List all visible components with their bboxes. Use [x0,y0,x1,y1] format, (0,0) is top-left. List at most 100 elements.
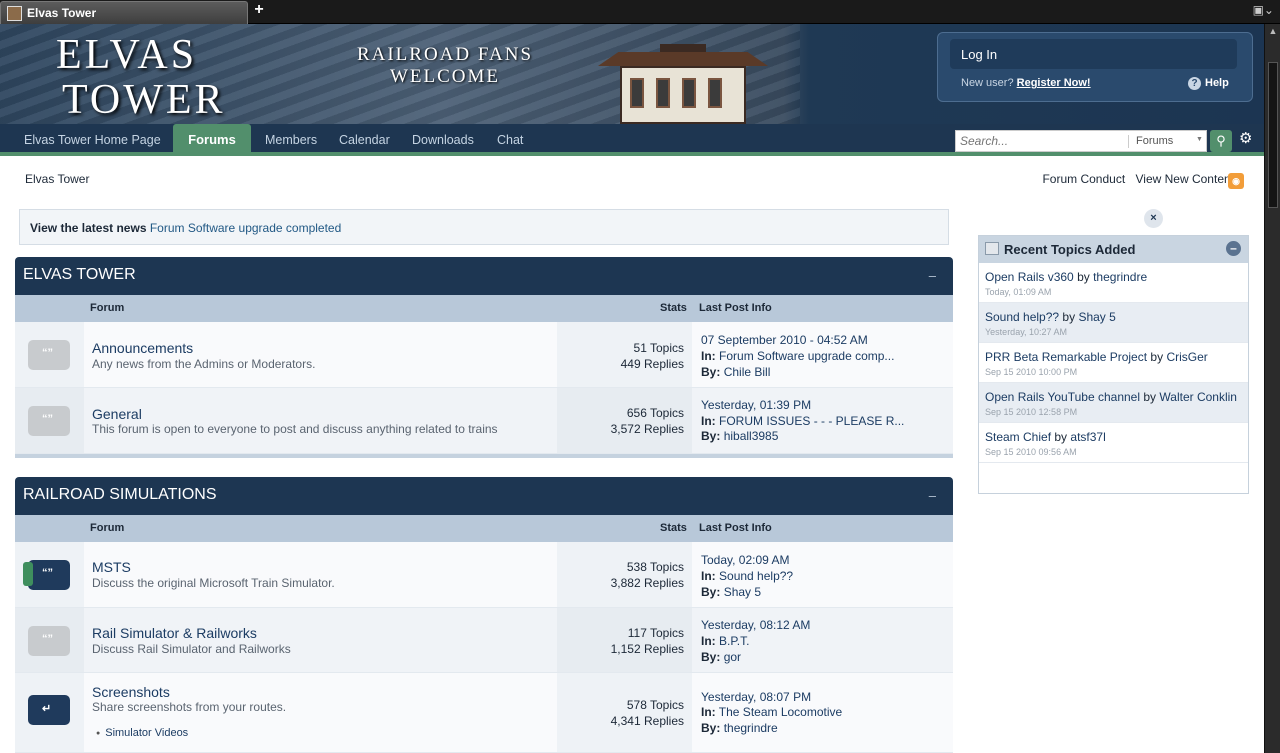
reply-count: 1,152 Replies [610,642,684,656]
forum-row: “” General This forum is open to everyon… [15,388,953,454]
last-post-date[interactable]: Yesterday, 08:12 AM [701,618,810,632]
last-post-topic: In: The Steam Locomotive [701,705,843,719]
forum-row: ↵ Screenshots Share screenshots from you… [15,673,953,753]
topic-count: 117 Topics [627,626,684,640]
nav-calendar[interactable]: Calendar [339,133,390,147]
author-link[interactable]: thegrindre [1093,270,1147,284]
forum-read-icon: “” [28,626,70,656]
last-post-author: By: hiball3985 [701,429,779,443]
news-bar: View the latest news Forum Software upgr… [19,209,949,245]
close-icon[interactable]: × [1144,209,1163,228]
main-nav: Elvas Tower Home Page Forums Members Cal… [0,124,1264,156]
category-elvas-tower: ELVAS TOWER – Forum Stats Last Post Info… [15,257,953,458]
search-box: Forums ▼ [955,130,1207,152]
browser-tab[interactable]: Elvas Tower [0,1,248,24]
collapse-icon[interactable]: – [1226,241,1241,256]
last-post-author: By: gor [701,650,742,664]
news-label: View the latest news [30,221,147,235]
recent-topics-icon [985,242,999,255]
register-link[interactable]: Register Now! [1017,77,1091,89]
help-link[interactable]: ? Help [1188,77,1229,90]
login-button[interactable]: Log In [950,39,1237,69]
site-logo-line2[interactable]: TOWER [62,79,226,121]
forum-description: Discuss the original Microsoft Train Sim… [92,576,335,590]
topic-date: Sep 15 2010 12:58 PM [985,407,1078,417]
last-post-date[interactable]: Yesterday, 08:07 PM [701,690,811,704]
nav-members[interactable]: Members [265,133,317,147]
author-link[interactable]: atsf37l [1070,430,1105,444]
forum-name[interactable]: MSTS [92,559,131,575]
new-tab-button[interactable]: + [252,1,266,19]
column-stats: Stats [660,522,687,534]
page-scrollbar[interactable]: ▲ [1264,24,1280,753]
top-links: Forum Conduct View New Content [1035,172,1234,186]
topic-link[interactable]: Open Rails v360 [985,270,1074,284]
scroll-up-icon[interactable]: ▲ [1265,26,1280,40]
category-title[interactable]: RAILROAD SIMULATIONS [23,486,217,503]
nav-chat[interactable]: Chat [497,133,523,147]
last-post-author: By: Shay 5 [701,585,762,599]
gear-icon[interactable]: ⚙ [1239,129,1252,147]
search-scope-select[interactable]: Forums [1136,135,1173,147]
forum-row: “” Announcements Any news from the Admin… [15,322,953,388]
chevron-down-icon[interactable]: ▼ [1196,136,1203,143]
collapse-icon[interactable]: – [929,488,936,503]
nav-downloads[interactable]: Downloads [412,133,474,147]
last-post-author: By: Chile Bill [701,365,771,379]
recent-topic-item: Open Rails v360 by thegrindre Today, 01:… [979,263,1248,303]
reply-count: 3,882 Replies [610,576,684,590]
scroll-thumb[interactable] [1268,62,1278,208]
last-post-date[interactable]: Yesterday, 01:39 PM [701,398,811,412]
last-post-date[interactable]: 07 September 2010 - 04:52 AM [701,333,868,347]
help-label: Help [1205,77,1229,89]
column-header-row: Forum Stats Last Post Info [15,515,953,542]
recent-topic-item: Sound help?? by Shay 5 Yesterday, 10:27 … [979,303,1248,343]
register-prompt: New user? Register Now! [961,77,1091,89]
forum-name[interactable]: Announcements [92,340,193,356]
browser-chrome: Elvas Tower + ▣⌄ [0,0,1280,24]
site-logo-line1[interactable]: ELVAS [56,34,197,76]
topic-link[interactable]: PRR Beta Remarkable Project [985,350,1147,364]
recent-topics-title: Recent Topics Added [1004,242,1136,257]
forum-name[interactable]: Rail Simulator & Railworks [92,625,257,641]
tagline-line2: WELCOME [389,66,501,87]
author-link[interactable]: CrisGer [1166,350,1207,364]
news-link[interactable]: Forum Software upgrade completed [150,221,341,235]
column-last-post: Last Post Info [699,302,772,314]
rss-icon[interactable]: ◉ [1228,173,1244,189]
tab-list-icon[interactable]: ▣⌄ [1253,3,1274,17]
forum-conduct-link[interactable]: Forum Conduct [1042,172,1125,186]
topic-date: Today, 01:09 AM [985,287,1052,297]
view-new-content-link[interactable]: View New Content [1136,172,1235,186]
category-railroad-simulations: RAILROAD SIMULATIONS – Forum Stats Last … [15,477,953,753]
column-stats: Stats [660,302,687,314]
forum-description: Any news from the Admins or Moderators. [92,357,316,371]
topic-count: 578 Topics [626,698,684,712]
nav-home[interactable]: Elvas Tower Home Page [24,133,161,147]
forum-name[interactable]: Screenshots [92,684,170,700]
nav-forums[interactable]: Forums [173,124,251,156]
last-post-topic: In: Forum Software upgrade comp... [701,349,895,363]
column-forum: Forum [90,302,125,314]
topic-count: 656 Topics [626,406,684,420]
collapse-icon[interactable]: – [929,268,936,283]
author-link[interactable]: Walter Conklin [1159,390,1237,404]
search-icon: ⚲ [1216,133,1226,148]
topic-link[interactable]: Open Rails YouTube channel [985,390,1140,404]
forum-unread-icon: “” [23,560,70,590]
breadcrumb[interactable]: Elvas Tower [25,172,89,186]
search-button[interactable]: ⚲ [1210,130,1232,152]
category-title[interactable]: ELVAS TOWER [23,266,136,283]
forum-name[interactable]: General [92,406,142,422]
last-post-topic: In: B.P.T. [701,634,750,648]
forum-read-icon: “” [28,406,70,436]
topic-link[interactable]: Steam Chief [985,430,1051,444]
last-post-date[interactable]: Today, 02:09 AM [701,553,790,567]
topic-date: Sep 15 2010 10:00 PM [985,367,1078,377]
topic-link[interactable]: Sound help?? [985,310,1059,324]
subforum-link[interactable]: Simulator Videos [96,727,188,739]
search-input[interactable] [960,134,1125,148]
recent-topics-panel: Recent Topics Added – Open Rails v360 by… [978,235,1249,494]
author-link[interactable]: Shay 5 [1078,310,1115,324]
favicon-icon [7,6,22,21]
